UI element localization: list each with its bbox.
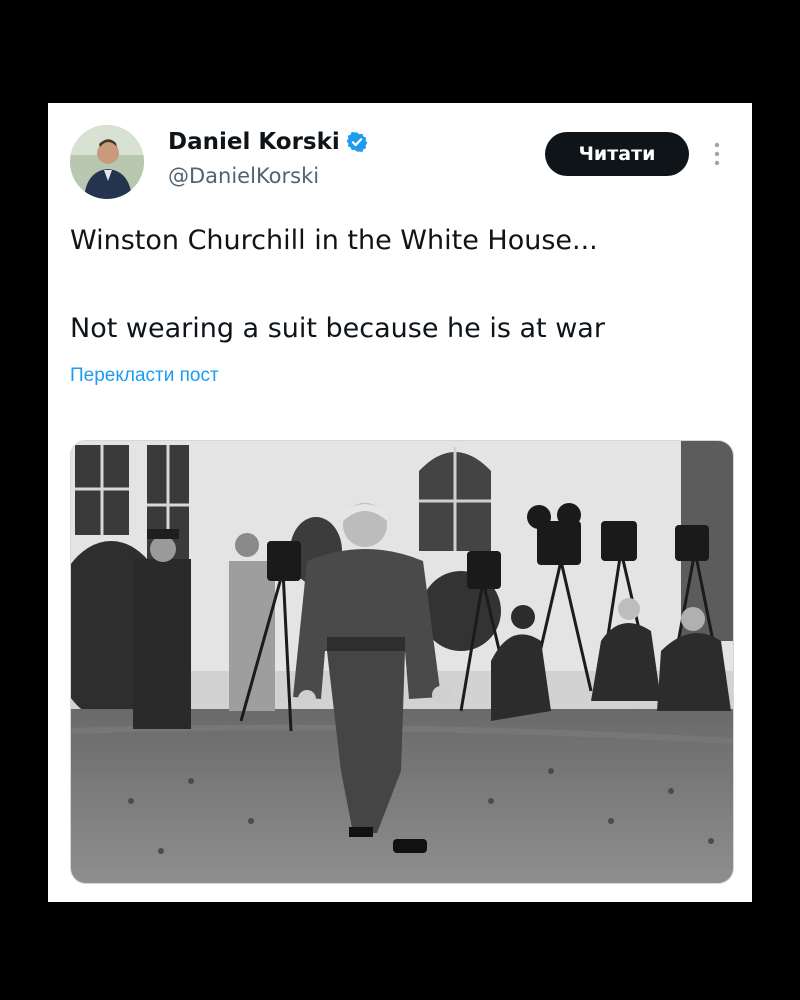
more-vertical-icon[interactable]: [708, 141, 726, 167]
author-name-row: Daniel Korski: [168, 129, 368, 155]
avatar[interactable]: [70, 125, 144, 199]
follow-button[interactable]: Читати: [545, 132, 689, 176]
verified-badge-icon: [346, 131, 368, 152]
author-name[interactable]: Daniel Korski: [168, 129, 340, 155]
author-handle[interactable]: @DanielKorski: [168, 164, 319, 188]
post-card: Daniel Korski @DanielKorski Читати Winst…: [48, 103, 752, 902]
post-text: Winston Churchill in the White House... …: [70, 219, 730, 351]
post-text-line-2: Not wearing a suit because he is at war: [70, 313, 605, 344]
post-photo[interactable]: [70, 440, 734, 884]
translate-post-link[interactable]: Перекласти пост: [70, 365, 219, 387]
post-text-line-1: Winston Churchill in the White House...: [70, 225, 598, 256]
